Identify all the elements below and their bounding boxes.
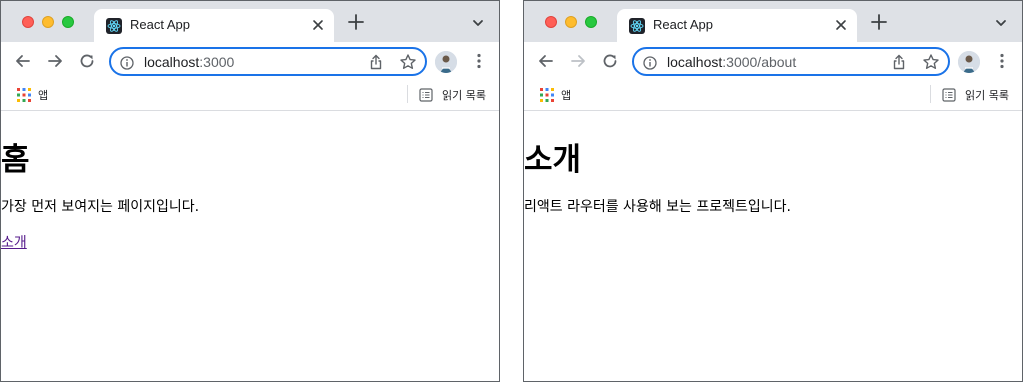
info-icon[interactable] xyxy=(120,55,134,70)
share-icon[interactable] xyxy=(369,54,383,70)
url-text[interactable]: localhost:3000 xyxy=(144,54,234,70)
url-text[interactable]: localhost:3000/about xyxy=(667,54,796,70)
browser-toolbar: localhost:3000 xyxy=(1,42,499,79)
page-description: 리액트 라우터를 사용해 보는 프로젝트입니다. xyxy=(524,199,791,215)
browser-toolbar: localhost:3000/about xyxy=(524,42,1022,79)
url-path: :3000 xyxy=(199,54,235,70)
arrow-left-icon[interactable] xyxy=(536,51,556,71)
url-host: localhost xyxy=(667,54,723,70)
maximize-window-button[interactable] xyxy=(585,16,597,28)
page-description: 가장 먼저 보여지는 페이지입니다. xyxy=(1,199,200,215)
avatar[interactable] xyxy=(958,51,980,73)
chevron-down-icon[interactable] xyxy=(994,15,1008,29)
minimize-window-button[interactable] xyxy=(565,16,577,28)
apps-grid-icon[interactable] xyxy=(540,87,554,102)
close-icon[interactable] xyxy=(833,17,849,33)
reading-list-button[interactable]: 읽기 목록 xyxy=(442,87,486,103)
url-path: :3000/about xyxy=(722,54,797,70)
arrow-right-icon[interactable] xyxy=(45,51,65,71)
minimize-window-button[interactable] xyxy=(42,16,54,28)
maximize-window-button[interactable] xyxy=(62,16,74,28)
tab-title: React App xyxy=(130,17,190,32)
reading-list-icon[interactable] xyxy=(942,87,956,102)
reading-list-icon[interactable] xyxy=(419,87,433,102)
reading-list-button[interactable]: 읽기 목록 xyxy=(965,87,1009,103)
close-window-button[interactable] xyxy=(22,16,34,28)
page-title: 소개 xyxy=(524,142,582,178)
arrow-left-icon[interactable] xyxy=(13,51,33,71)
browser-window-home: React App localhost:3000 앱 읽기 목록 홈 가장 먼저… xyxy=(0,0,500,382)
react-logo-icon xyxy=(106,18,122,34)
avatar[interactable] xyxy=(435,51,457,73)
apps-grid-icon[interactable] xyxy=(17,87,31,102)
tab-strip: React App xyxy=(1,1,499,42)
close-icon[interactable] xyxy=(310,17,326,33)
info-icon[interactable] xyxy=(643,55,657,70)
bookmarks-bar: 앱 읽기 목록 xyxy=(524,79,1022,111)
arrow-right-icon[interactable] xyxy=(568,51,588,71)
bookmarks-bar: 앱 읽기 목록 xyxy=(1,79,499,111)
apps-bookmark[interactable]: 앱 xyxy=(561,87,571,103)
react-logo-icon xyxy=(629,18,645,34)
reload-icon[interactable] xyxy=(600,51,620,71)
share-icon[interactable] xyxy=(892,54,906,70)
kebab-menu-icon[interactable] xyxy=(473,52,485,70)
plus-icon[interactable] xyxy=(869,12,889,32)
star-icon[interactable] xyxy=(922,53,940,71)
address-bar[interactable]: localhost:3000 xyxy=(109,47,427,76)
bookmarks-divider xyxy=(930,85,931,103)
close-window-button[interactable] xyxy=(545,16,557,28)
page-content: 홈 가장 먼저 보여지는 페이지입니다. 소개 xyxy=(1,112,499,381)
apps-bookmark[interactable]: 앱 xyxy=(38,87,48,103)
tab-react-app[interactable]: React App xyxy=(617,9,857,42)
plus-icon[interactable] xyxy=(346,12,366,32)
url-host: localhost xyxy=(144,54,200,70)
tab-title: React App xyxy=(653,17,713,32)
page-title: 홈 xyxy=(1,142,30,178)
page-content: 소개 리액트 라우터를 사용해 보는 프로젝트입니다. xyxy=(524,112,1022,381)
tab-strip: React App xyxy=(524,1,1022,42)
chevron-down-icon[interactable] xyxy=(471,15,485,29)
tab-react-app[interactable]: React App xyxy=(94,9,334,42)
star-icon[interactable] xyxy=(399,53,417,71)
reload-icon[interactable] xyxy=(77,51,97,71)
bookmarks-divider xyxy=(407,85,408,103)
about-link[interactable]: 소개 xyxy=(1,232,27,252)
kebab-menu-icon[interactable] xyxy=(996,52,1008,70)
address-bar[interactable]: localhost:3000/about xyxy=(632,47,950,76)
browser-window-about: React App localhost:3000/about 앱 읽기 목록 소… xyxy=(523,0,1023,382)
